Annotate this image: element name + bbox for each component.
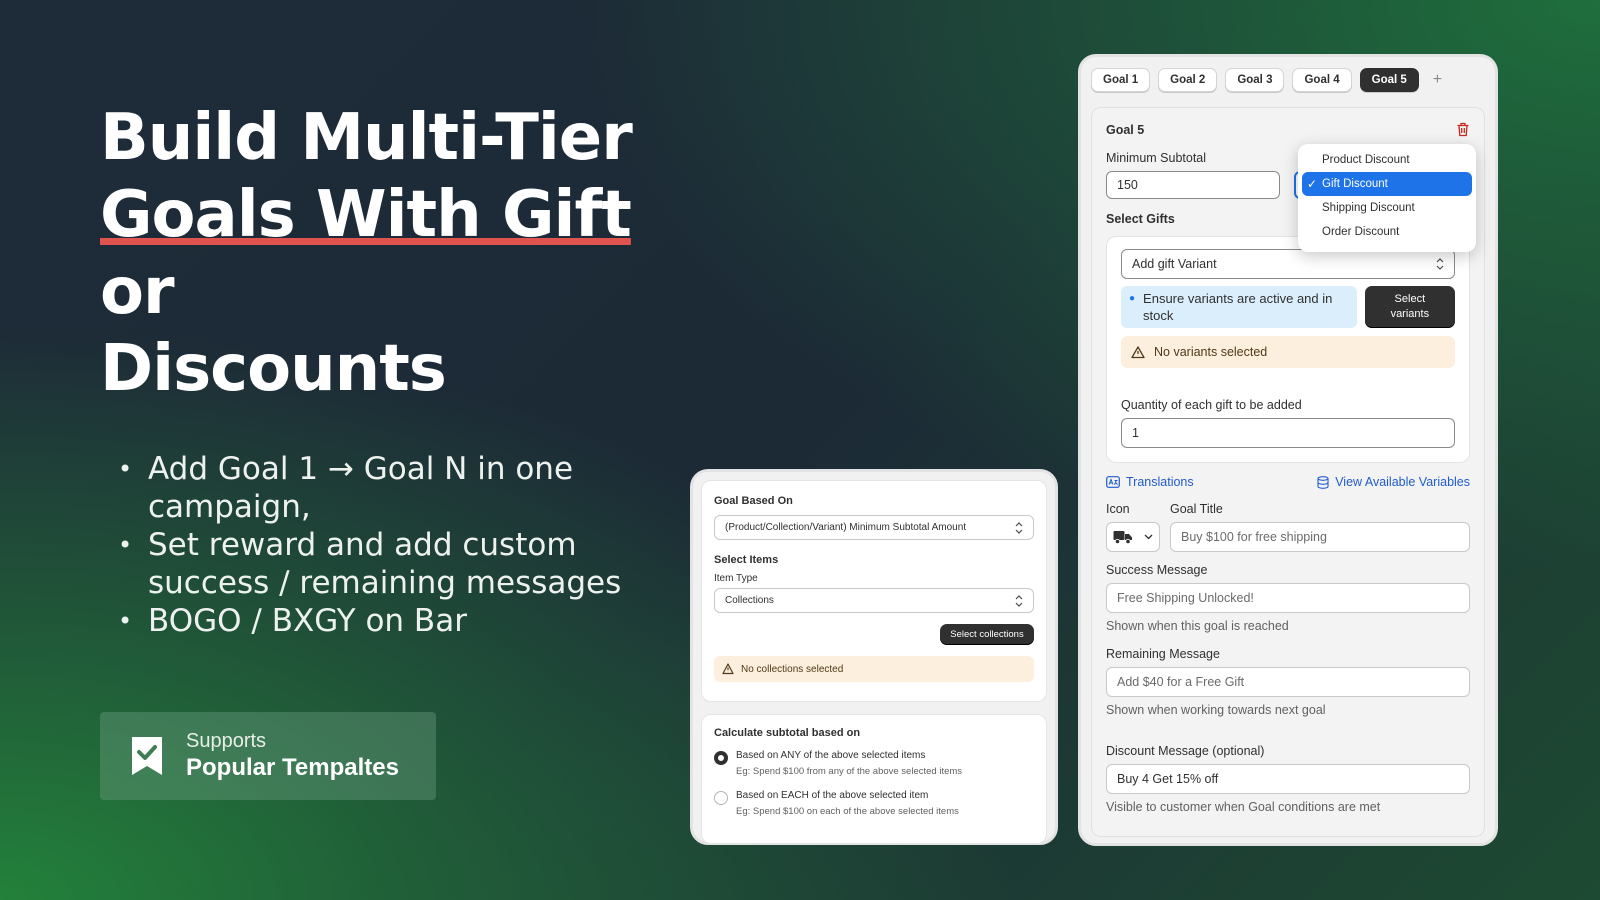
remaining-message-help: Shown when working towards next goal bbox=[1106, 703, 1326, 717]
item-type-select[interactable]: Collections bbox=[714, 588, 1034, 613]
no-collections-warning: No collections selected bbox=[714, 656, 1034, 682]
remaining-message-input[interactable]: Add $40 for a Free Gift bbox=[1106, 667, 1470, 697]
templates-badge: Supports Popular Tempaltes bbox=[100, 712, 436, 800]
calc-option-label: Based on ANY of the above selected items bbox=[736, 750, 926, 761]
item-type-label: Item Type bbox=[714, 573, 758, 584]
min-subtotal-value: 150 bbox=[1117, 178, 1138, 192]
select-arrows-icon bbox=[1015, 521, 1023, 534]
tab-goal-5[interactable]: Goal 5 bbox=[1359, 68, 1419, 92]
icon-select[interactable] bbox=[1106, 522, 1160, 552]
calc-label: Calculate subtotal based on bbox=[714, 727, 861, 739]
discount-message-value: Buy 4 Get 15% off bbox=[1117, 772, 1219, 786]
headline-line-3: Discounts bbox=[100, 332, 447, 406]
goal-heading: Goal 5 bbox=[1106, 122, 1145, 137]
select-arrows-icon bbox=[1436, 258, 1444, 270]
bullet-dot-icon: ● bbox=[1129, 293, 1136, 304]
remaining-message-label: Remaining Message bbox=[1106, 647, 1220, 661]
select-variants-button[interactable]: Select variants bbox=[1364, 286, 1455, 328]
select-collections-button[interactable]: Select collections bbox=[940, 624, 1034, 645]
gift-variant-value: Add gift Variant bbox=[1132, 257, 1217, 271]
select-arrows-icon bbox=[1015, 594, 1023, 607]
translate-icon bbox=[1106, 476, 1120, 488]
no-variants-text: No variants selected bbox=[1154, 345, 1268, 359]
item-type-value: Collections bbox=[725, 595, 774, 606]
quantity-value: 1 bbox=[1132, 426, 1139, 440]
add-goal-icon[interactable]: + bbox=[1433, 71, 1442, 89]
goal-based-on-value: (Product/Collection/Variant) Minimum Sub… bbox=[725, 522, 967, 533]
warning-icon bbox=[1131, 345, 1145, 358]
dropdown-item-label: Gift Discount bbox=[1322, 178, 1388, 190]
radio-button[interactable] bbox=[714, 791, 728, 805]
translations-text: Translations bbox=[1126, 475, 1194, 489]
radio-button[interactable] bbox=[714, 751, 728, 765]
goal-criteria-card: Goal Based On (Product/Collection/Varian… bbox=[690, 469, 1058, 845]
dropdown-item-shipping-discount[interactable]: Shipping Discount bbox=[1302, 196, 1472, 220]
tab-goal-2[interactable]: Goal 2 bbox=[1158, 68, 1218, 92]
badge-line-2: Popular Tempaltes bbox=[186, 754, 399, 781]
discount-message-help: Visible to customer when Goal conditions… bbox=[1106, 800, 1381, 814]
select-items-label: Select Items bbox=[714, 554, 779, 566]
icon-label: Icon bbox=[1106, 502, 1130, 516]
discount-message-label: Discount Message (optional) bbox=[1106, 744, 1265, 758]
min-subtotal-input[interactable]: 150 bbox=[1106, 171, 1280, 199]
tab-goal-4[interactable]: Goal 4 bbox=[1292, 68, 1352, 92]
discount-type-dropdown: Product Discount ✓ Gift Discount Shipping… bbox=[1298, 144, 1476, 252]
check-icon: ✓ bbox=[1307, 177, 1318, 191]
variants-info-banner: ● Ensure variants are active and in stoc… bbox=[1121, 286, 1357, 328]
goal-tabs: Goal 1 Goal 2 Goal 3 Goal 4 Goal 5 + bbox=[1091, 67, 1485, 93]
gift-selection-box: Add gift Variant ● Ensure variants are a… bbox=[1106, 236, 1470, 463]
tab-goal-3[interactable]: Goal 3 bbox=[1225, 68, 1285, 92]
quantity-input[interactable]: 1 bbox=[1121, 418, 1455, 448]
goal-title-label: Goal Title bbox=[1170, 502, 1223, 516]
goal-based-on-select[interactable]: (Product/Collection/Variant) Minimum Sub… bbox=[714, 515, 1034, 540]
feature-item: Add Goal 1 → Goal N in one campaign, bbox=[118, 450, 658, 526]
feature-item: Set reward and add custom success / rema… bbox=[118, 526, 658, 602]
headline-rest: or bbox=[100, 255, 175, 329]
badge-text: Supports Popular Tempaltes bbox=[186, 729, 399, 783]
goal-editor-card: Goal 1 Goal 2 Goal 3 Goal 4 Goal 5 + Goa… bbox=[1078, 54, 1498, 846]
remaining-message-placeholder: Add $40 for a Free Gift bbox=[1117, 675, 1245, 689]
variants-info-text: Ensure variants are active and in stock bbox=[1143, 291, 1333, 323]
headline-line-2: Goals With Gift or bbox=[100, 177, 660, 331]
calc-option-help: Eg: Spend $100 on each of the above sele… bbox=[736, 806, 959, 817]
goal-title-input[interactable]: Buy $100 for free shipping bbox=[1170, 522, 1470, 552]
translations-link[interactable]: Translations bbox=[1106, 475, 1194, 489]
success-message-placeholder: Free Shipping Unlocked! bbox=[1117, 591, 1254, 605]
headline-line-1: Build Multi-Tier bbox=[100, 101, 633, 175]
chevron-down-icon bbox=[1144, 534, 1153, 540]
goal-5-panel: Goal 5 Minimum Subtotal 150 Product Disc… bbox=[1091, 107, 1485, 837]
delete-icon[interactable] bbox=[1456, 122, 1470, 137]
goal-based-on-section: Goal Based On (Product/Collection/Varian… bbox=[701, 480, 1047, 702]
dropdown-item-gift-discount[interactable]: ✓ Gift Discount bbox=[1302, 172, 1472, 196]
bookmark-check-icon bbox=[132, 737, 162, 775]
view-variables-link[interactable]: View Available Variables bbox=[1317, 475, 1470, 489]
badge-line-1: Supports bbox=[186, 730, 267, 752]
no-variants-warning: No variants selected bbox=[1121, 336, 1455, 368]
headline-underlined: Goals With Gift bbox=[100, 178, 632, 252]
feature-item: BOGO / BXGY on Bar bbox=[118, 602, 658, 640]
headline: Build Multi-Tier Goals With Gift or Disc… bbox=[100, 100, 660, 408]
success-message-help: Shown when this goal is reached bbox=[1106, 619, 1289, 633]
calc-option-each[interactable]: Based on EACH of the above selected item… bbox=[714, 790, 1034, 817]
gift-variant-select[interactable]: Add gift Variant bbox=[1121, 249, 1455, 279]
calc-option-label: Based on EACH of the above selected item bbox=[736, 790, 929, 801]
warning-icon bbox=[722, 663, 734, 675]
calc-option-any[interactable]: Based on ANY of the above selected items… bbox=[714, 750, 1034, 777]
dropdown-item-order-discount[interactable]: Order Discount bbox=[1302, 220, 1472, 244]
success-message-input[interactable]: Free Shipping Unlocked! bbox=[1106, 583, 1470, 613]
tab-goal-1[interactable]: Goal 1 bbox=[1091, 68, 1151, 92]
success-message-label: Success Message bbox=[1106, 563, 1208, 577]
discount-message-input[interactable]: Buy 4 Get 15% off bbox=[1106, 764, 1470, 794]
no-collections-text: No collections selected bbox=[741, 663, 844, 675]
database-icon bbox=[1317, 475, 1329, 489]
view-variables-text: View Available Variables bbox=[1335, 475, 1470, 489]
quantity-label: Quantity of each gift to be added bbox=[1121, 398, 1302, 412]
goal-title-placeholder: Buy $100 for free shipping bbox=[1181, 530, 1327, 544]
dropdown-item-product-discount[interactable]: Product Discount bbox=[1302, 148, 1472, 172]
truck-icon bbox=[1113, 531, 1132, 544]
subtotal-calculation-section: Calculate subtotal based on Based on ANY… bbox=[701, 714, 1047, 844]
feature-list: Add Goal 1 → Goal N in one campaign, Set… bbox=[118, 450, 658, 640]
calc-option-help: Eg: Spend $100 from any of the above sel… bbox=[736, 766, 963, 777]
goal-based-on-label: Goal Based On bbox=[714, 495, 793, 507]
